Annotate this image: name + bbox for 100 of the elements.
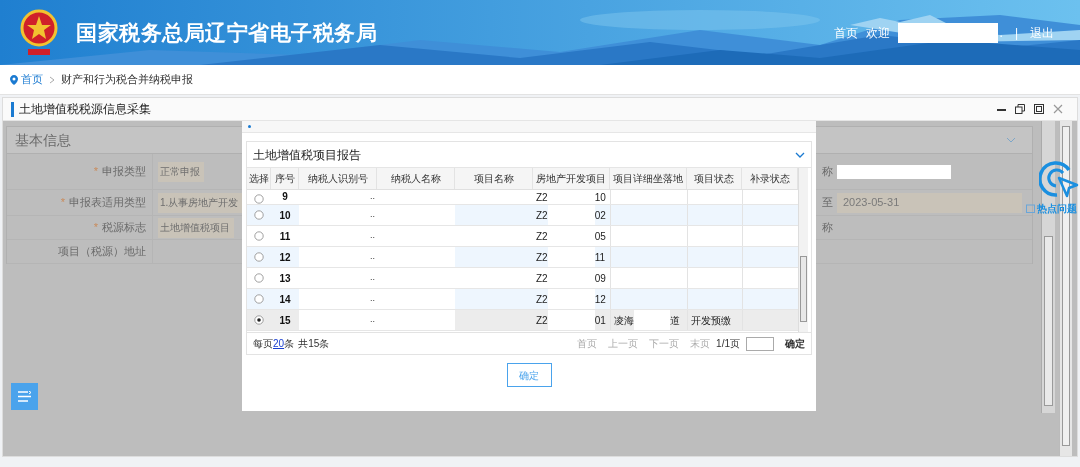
input-field[interactable]: 正常申报 bbox=[158, 161, 204, 182]
chevron-down-icon bbox=[1006, 137, 1016, 143]
required-mark: * bbox=[93, 164, 98, 180]
field-label: 项目（税源）地址 bbox=[58, 244, 146, 260]
table-cell-text: Z2 bbox=[536, 271, 548, 286]
date-field[interactable]: 2023-05-31 bbox=[837, 192, 1022, 213]
redaction-block bbox=[634, 310, 670, 330]
table-cell-text: 9 bbox=[281, 190, 289, 204]
redaction-block bbox=[547, 205, 595, 225]
input-field[interactable]: 1.从事房地产开发 bbox=[158, 192, 243, 213]
close-icon[interactable] bbox=[1053, 104, 1063, 114]
accent-bar bbox=[11, 101, 14, 117]
field-label: 称 bbox=[822, 164, 833, 180]
breadcrumb-link[interactable]: 首页 bbox=[21, 71, 43, 88]
table-cell-text: 12 bbox=[278, 250, 292, 265]
table-cell: 10 bbox=[594, 190, 606, 204]
radio-button[interactable] bbox=[254, 194, 264, 204]
table-cell-text: 05 bbox=[594, 229, 606, 244]
maximize-icon[interactable] bbox=[1034, 104, 1044, 114]
table-row[interactable]: 10 .. Z2 02 bbox=[247, 205, 798, 226]
column-header: 纳税人名称 bbox=[377, 168, 455, 189]
required-mark: * bbox=[93, 220, 98, 236]
redaction-block bbox=[547, 289, 595, 309]
radio-button[interactable] bbox=[254, 294, 264, 304]
column-header: 选择 bbox=[247, 168, 271, 189]
radio-button[interactable] bbox=[254, 315, 264, 325]
menu-icon bbox=[18, 391, 31, 402]
page-size-text: 条 bbox=[284, 337, 295, 351]
input-field[interactable] bbox=[837, 164, 951, 179]
table-cell: .. bbox=[299, 247, 377, 267]
column-header: 项目状态 bbox=[687, 168, 742, 189]
table-cell-text: 01 bbox=[594, 313, 606, 328]
chevron-right-icon bbox=[49, 75, 55, 84]
radio-button[interactable] bbox=[254, 231, 264, 241]
table-cell-text: Z2 bbox=[536, 250, 548, 265]
table-cell-text: 12 bbox=[594, 292, 606, 307]
separator-text: | bbox=[1014, 24, 1018, 42]
pagination-link[interactable]: 首页 bbox=[577, 336, 598, 351]
welcome-text: 欢迎 bbox=[865, 24, 890, 42]
column-header: 项目详细坐落地 bbox=[610, 168, 687, 189]
calendar-icon bbox=[1025, 204, 1035, 213]
scrollbar-thumb[interactable] bbox=[1044, 236, 1053, 406]
radio-button[interactable] bbox=[254, 273, 264, 283]
field-label: 至 bbox=[822, 195, 833, 211]
confirm-button[interactable]: 确定 bbox=[506, 363, 552, 387]
table-cell: .. bbox=[299, 205, 377, 225]
go-button[interactable]: 确定 bbox=[785, 336, 805, 351]
table-row[interactable]: 14 .. Z2 12 bbox=[247, 289, 798, 310]
table-cell-text: 道 bbox=[670, 313, 680, 328]
table-cell-text: 15 bbox=[278, 313, 292, 328]
breadcrumb-current: 财产和行为税合并纳税申报 bbox=[61, 72, 193, 88]
emblem-icon bbox=[18, 7, 60, 58]
table-cell-text: 02 bbox=[594, 208, 606, 223]
menu-button[interactable] bbox=[11, 383, 38, 410]
field-label: 申报表适用类型 bbox=[69, 195, 146, 211]
table-cell-text: 开发预缴 bbox=[691, 313, 731, 328]
required-mark: * bbox=[60, 195, 65, 211]
field-label: 申报类型 bbox=[102, 164, 146, 180]
home-link[interactable]: 首页 bbox=[833, 23, 858, 42]
field-label: 称 bbox=[822, 220, 833, 236]
table-cell-text: 11 bbox=[594, 250, 606, 265]
page-size-link[interactable]: 20 bbox=[273, 336, 285, 351]
table-cell: Z2 bbox=[536, 190, 548, 204]
column-header: 纳税人识别号 bbox=[299, 168, 377, 189]
page-size-text: 每页 bbox=[253, 337, 273, 351]
table-cell: .. bbox=[299, 289, 377, 309]
table-cell-text: 11 bbox=[278, 229, 292, 244]
panel-title: 土地增值税税源信息采集 bbox=[19, 101, 151, 118]
table-cell-text: 13 bbox=[278, 271, 292, 286]
scrollbar-thumb[interactable] bbox=[800, 256, 807, 322]
page-count: 1/1页 bbox=[716, 337, 740, 351]
radio-button[interactable] bbox=[254, 252, 264, 262]
restore-icon[interactable] bbox=[1015, 104, 1025, 114]
input-field[interactable]: 土地增值税项目 bbox=[158, 217, 234, 238]
cursor-click-icon[interactable] bbox=[1039, 161, 1079, 199]
card-title: 土地增值税项目报告 bbox=[253, 146, 361, 164]
table-row[interactable]: 11 .. Z2 05 bbox=[247, 226, 798, 247]
table-row[interactable]: 13 .. Z2 09 bbox=[247, 268, 798, 289]
table-cell-text: Z2 bbox=[536, 313, 548, 328]
redaction-block bbox=[547, 310, 595, 330]
field-label: 税源标志 bbox=[102, 220, 146, 236]
radio-button[interactable] bbox=[254, 210, 264, 220]
table-row[interactable]: 15 .. Z2 01 凌海 道 开发预缴 bbox=[247, 310, 798, 331]
table-cell-text: 凌海 bbox=[614, 313, 634, 328]
page-input[interactable] bbox=[746, 336, 774, 351]
dot-text: . bbox=[999, 24, 1003, 42]
pagination-link[interactable]: 末页 bbox=[690, 336, 711, 351]
section-title: 基本信息 bbox=[15, 130, 71, 150]
table-cell-text: 14 bbox=[278, 292, 292, 307]
table-cell-text: Z2 bbox=[536, 208, 548, 223]
location-pin-icon bbox=[10, 74, 18, 85]
redaction-block bbox=[547, 247, 595, 267]
table-row[interactable]: 12 .. Z2 11 bbox=[247, 247, 798, 268]
table-row[interactable]: 9 .. Z2 10 bbox=[247, 190, 798, 205]
table-cell-text: 09 bbox=[594, 271, 606, 286]
chevron-down-icon[interactable] bbox=[795, 151, 805, 158]
hot-issue-link[interactable]: 热点问题 bbox=[1036, 201, 1077, 216]
column-header: 序号 bbox=[271, 168, 299, 189]
column-header: 房地产开发项目 bbox=[533, 168, 610, 189]
table-cell-text: Z2 bbox=[536, 229, 548, 244]
